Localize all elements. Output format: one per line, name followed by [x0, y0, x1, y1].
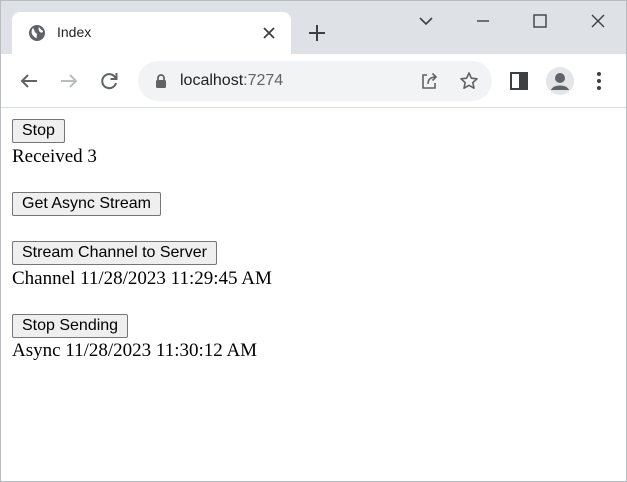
maximize-icon[interactable]: [529, 10, 551, 32]
stop-sending-button[interactable]: Stop Sending: [12, 314, 129, 338]
lock-icon[interactable]: [153, 73, 169, 89]
address-bar[interactable]: localhost:7274: [138, 61, 492, 101]
url-port: :7274: [243, 72, 284, 89]
url-text: localhost:7274: [180, 72, 283, 90]
new-tab-icon[interactable]: [306, 22, 328, 44]
close-window-icon[interactable]: [587, 10, 609, 32]
minimize-icon[interactable]: [472, 10, 494, 32]
tab-strip: Index: [1, 1, 626, 54]
channel-text: Channel 11/28/2023 11:29:45 AM: [12, 268, 272, 289]
bookmark-star-icon[interactable]: [459, 71, 479, 91]
tab-index[interactable]: Index: [12, 12, 291, 54]
async-text: Async 11/28/2023 11:30:12 AM: [12, 340, 258, 361]
stop-button[interactable]: Stop: [12, 119, 65, 143]
share-icon[interactable]: [419, 71, 439, 91]
stream-channel-to-server-button[interactable]: Stream Channel to Server: [12, 241, 217, 265]
globe-icon: [28, 24, 46, 42]
browser-toolbar: localhost:7274: [1, 54, 626, 108]
received-text: Received 3: [12, 146, 97, 167]
profile-avatar-icon[interactable]: [546, 67, 574, 95]
back-icon[interactable]: [17, 69, 41, 93]
menu-kebab-icon[interactable]: [587, 69, 611, 93]
reload-icon[interactable]: [97, 69, 121, 93]
page-content: Stop Received 3 Get Async Stream Stream …: [1, 108, 626, 481]
close-tab-icon[interactable]: [261, 25, 277, 41]
tab-title: Index: [57, 24, 92, 40]
tab-search-chevron-icon[interactable]: [415, 10, 437, 32]
get-async-stream-button[interactable]: Get Async Stream: [12, 192, 161, 216]
browser-window: Index localhost:7274 Stop Received 3 Get…: [0, 0, 627, 482]
side-panel-icon[interactable]: [507, 69, 531, 93]
url-host: localhost: [180, 72, 244, 89]
forward-icon[interactable]: [57, 69, 81, 93]
